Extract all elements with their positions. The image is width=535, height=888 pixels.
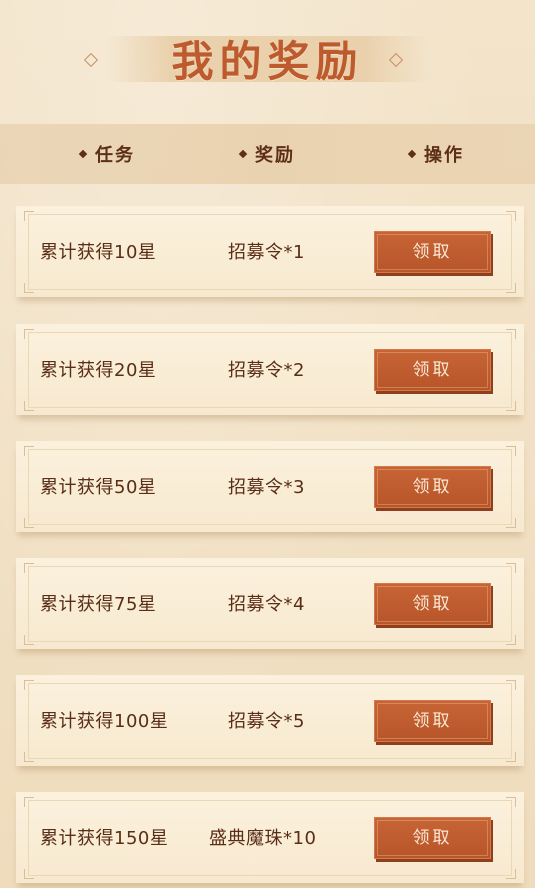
claim-button[interactable]: 领取: [374, 817, 491, 859]
corner-ornament-icon: [24, 401, 34, 411]
reward-row: 累计获得150星 盛典魔珠*10 领取: [16, 792, 524, 883]
corner-ornament-icon: [24, 563, 34, 573]
corner-ornament-icon: [24, 869, 34, 879]
reward-label: 招募令*2: [228, 360, 305, 381]
column-action-label: 操作: [424, 145, 464, 166]
corner-ornament-icon: [24, 635, 34, 645]
corner-ornament-icon: [24, 446, 34, 456]
column-reward-label: 奖励: [255, 145, 295, 166]
column-action: 操作: [407, 141, 464, 167]
corner-ornament-icon: [506, 797, 516, 807]
corner-ornament-icon: [24, 797, 34, 807]
claim-button[interactable]: 领取: [374, 231, 491, 273]
corner-ornament-icon: [506, 211, 516, 221]
corner-ornament-icon: [24, 211, 34, 221]
title-banner: 我的奖励: [0, 22, 535, 92]
corner-ornament-icon: [506, 518, 516, 528]
column-task-label: 任务: [95, 145, 135, 166]
claim-button[interactable]: 领取: [374, 466, 491, 508]
task-label: 累计获得10星: [40, 242, 157, 263]
reward-row: 累计获得75星 招募令*4 领取: [16, 558, 524, 649]
diamond-bullet-icon: [238, 149, 248, 159]
task-label: 累计获得150星: [40, 828, 169, 849]
claim-button[interactable]: 领取: [374, 700, 491, 742]
diamond-bullet-icon: [407, 149, 417, 159]
rewards-page: 我的奖励 任务 奖励 操作 累计获得10星 招募令*1 领取 累计获得20星 招…: [0, 0, 535, 888]
reward-label: 招募令*4: [228, 594, 305, 615]
corner-ornament-icon: [24, 283, 34, 293]
corner-ornament-icon: [506, 446, 516, 456]
corner-ornament-icon: [506, 635, 516, 645]
corner-ornament-icon: [24, 329, 34, 339]
reward-label: 招募令*5: [228, 711, 305, 732]
task-label: 累计获得75星: [40, 594, 157, 615]
corner-ornament-icon: [506, 869, 516, 879]
reward-row: 累计获得100星 招募令*5 领取: [16, 675, 524, 766]
reward-row: 累计获得20星 招募令*2 领取: [16, 324, 524, 415]
corner-ornament-icon: [506, 401, 516, 411]
diamond-bullet-icon: [78, 149, 88, 159]
reward-row: 累计获得50星 招募令*3 领取: [16, 441, 524, 532]
corner-ornament-icon: [24, 752, 34, 762]
corner-ornament-icon: [506, 752, 516, 762]
column-task: 任务: [78, 141, 135, 167]
claim-button[interactable]: 领取: [374, 349, 491, 391]
corner-ornament-icon: [506, 283, 516, 293]
corner-ornament-icon: [506, 563, 516, 573]
task-label: 累计获得100星: [40, 711, 169, 732]
corner-ornament-icon: [24, 680, 34, 690]
reward-row: 累计获得10星 招募令*1 领取: [16, 206, 524, 297]
task-label: 累计获得20星: [40, 360, 157, 381]
reward-label: 盛典魔珠*10: [209, 828, 317, 849]
corner-ornament-icon: [506, 329, 516, 339]
claim-button[interactable]: 领取: [374, 583, 491, 625]
column-reward: 奖励: [238, 141, 295, 167]
reward-label: 招募令*1: [228, 242, 305, 263]
column-header: 任务 奖励 操作: [0, 124, 535, 184]
corner-ornament-icon: [506, 680, 516, 690]
corner-ornament-icon: [24, 518, 34, 528]
task-label: 累计获得50星: [40, 477, 157, 498]
reward-label: 招募令*3: [228, 477, 305, 498]
page-title: 我的奖励: [171, 37, 364, 86]
